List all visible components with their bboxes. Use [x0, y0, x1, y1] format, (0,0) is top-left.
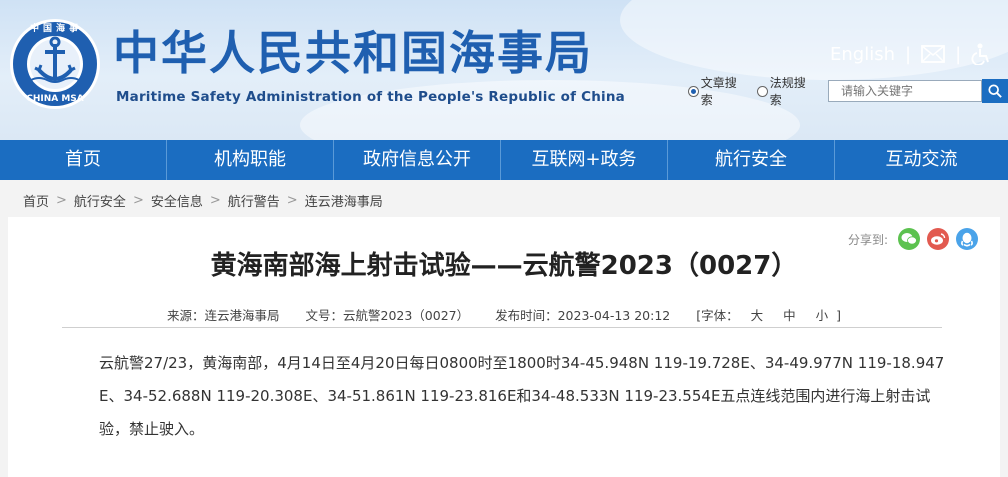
radio-law-search[interactable] — [757, 85, 768, 97]
search-icon — [988, 84, 1002, 98]
font-size-label: [字体： — [696, 308, 739, 323]
mail-icon[interactable] — [921, 45, 945, 63]
radio-article-search[interactable] — [688, 85, 699, 97]
nav-item-functions[interactable]: 机构职能 — [167, 140, 334, 180]
nav-item-interaction[interactable]: 互动交流 — [835, 140, 1008, 180]
font-size-medium-button[interactable]: 中 — [783, 308, 796, 323]
divider — [62, 327, 942, 328]
search-input[interactable] — [828, 80, 982, 102]
article-doc-number: 文号：云航警2023（0027） — [305, 308, 470, 323]
nav-item-gov-info[interactable]: 政府信息公开 — [334, 140, 501, 180]
search-area: 文章搜索 法规搜索 — [688, 76, 1008, 107]
english-link[interactable]: English — [830, 44, 895, 65]
header-cloud — [620, 0, 1008, 80]
main-nav: 首页 机构职能 政府信息公开 互联网+政务 航行安全 互动交流 — [0, 140, 1008, 180]
breadcrumb-separator: > — [132, 192, 144, 208]
nav-item-navigation-safety[interactable]: 航行安全 — [668, 140, 835, 180]
weibo-icon — [931, 233, 946, 245]
top-links: English | | — [830, 41, 991, 67]
site-title[interactable]: 中华人民共和国海事局 — [113, 28, 593, 78]
breadcrumb-item[interactable]: 航行安全 — [74, 191, 126, 210]
article-body: 云航警27/23，黄海南部，4月14日至4月20日每日0800时至1800时34… — [99, 354, 945, 438]
breadcrumb-separator: > — [286, 192, 298, 208]
radio-article-label[interactable]: 文章搜索 — [701, 74, 747, 108]
breadcrumb: 首页 > 航行安全 > 安全信息 > 航行警告 > 连云港海事局 — [23, 190, 383, 210]
separator: | — [955, 43, 962, 65]
article-meta: 来源：连云港海事局 文号：云航警2023（0027） 发布时间：2023-04-… — [8, 305, 1000, 324]
separator: | — [905, 43, 912, 65]
breadcrumb-separator: > — [56, 192, 67, 208]
article-panel: 分享到: 黄海南部海上射击试验——云航警2023（0027） 来源：连云港海事局… — [8, 217, 1000, 477]
site-subtitle: Maritime Safety Administration of the Pe… — [116, 89, 625, 105]
breadcrumb-item[interactable]: 首页 — [23, 191, 49, 210]
wechat-icon — [901, 233, 917, 245]
article-title: 黄海南部海上射击试验——云航警2023（0027） — [210, 251, 798, 281]
font-size-small-button[interactable]: 小 — [816, 308, 829, 323]
article-source: 来源：连云港海事局 — [167, 308, 280, 323]
site-header: 中国海事 CHINA MSA 中华人民共和国海事局 Maritime Safet… — [0, 0, 1008, 140]
font-size-large-button[interactable]: 大 — [751, 308, 764, 323]
logo-bottom-text: CHINA MSA — [26, 94, 84, 104]
article-publish-time: 发布时间：2023-04-13 20:12 — [495, 308, 671, 323]
breadcrumb-separator: > — [209, 192, 221, 208]
radio-law-label[interactable]: 法规搜索 — [770, 74, 816, 108]
breadcrumb-item[interactable]: 航行警告 — [228, 191, 280, 210]
nav-item-internet-gov[interactable]: 互联网+政务 — [501, 140, 668, 180]
breadcrumb-item[interactable]: 连云港海事局 — [305, 191, 383, 210]
search-button[interactable] — [982, 79, 1008, 103]
font-size-end: ] — [836, 308, 841, 323]
breadcrumb-item[interactable]: 安全信息 — [151, 191, 203, 210]
nav-item-home[interactable]: 首页 — [0, 140, 167, 180]
logo-top-text: 中国海事 — [30, 24, 83, 34]
accessibility-icon[interactable] — [971, 43, 991, 65]
